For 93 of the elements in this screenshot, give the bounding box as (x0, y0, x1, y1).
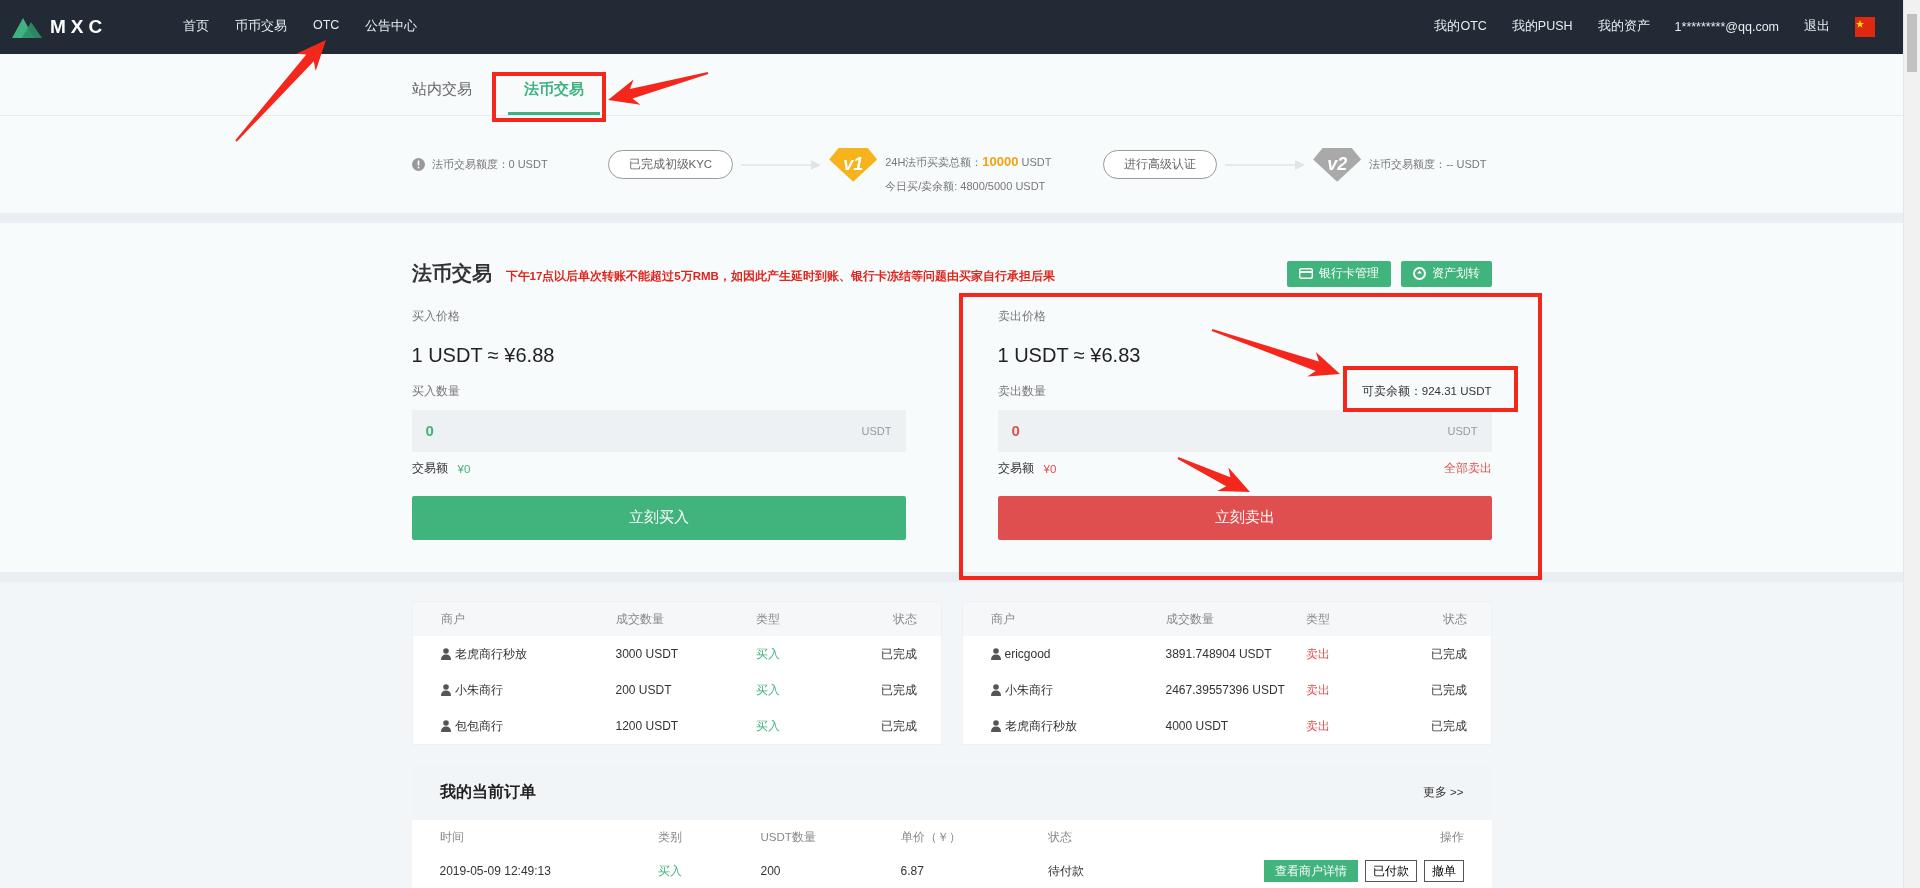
table-cell-text: 2467.39557396 USDT (1165, 683, 1286, 697)
table-cell-text: 2019-05-09 12:49:13 (439, 864, 552, 878)
scrollbar[interactable] (1903, 0, 1920, 888)
column-header: 操作 (1438, 829, 1464, 845)
table-cell-text: 已完成 (1429, 681, 1467, 699)
column-header: USDT数量 (760, 829, 817, 845)
sell-all-link[interactable]: 全部卖出 (1443, 460, 1492, 478)
trade-type: 买入 (755, 681, 781, 699)
price-value: 1 USDT ≈ ¥6.83 (997, 343, 1142, 367)
available-balance: 可卖余额：924.31 USDT (1361, 384, 1492, 400)
table-cell-text: 200 (760, 864, 782, 878)
table-cell-text: 已完成 (1429, 645, 1467, 663)
advanced-verify-button[interactable]: 进行高级认证 (1103, 150, 1218, 180)
nav-link[interactable]: 公告中心 (365, 18, 418, 36)
table-cell-text: 已完成 (1429, 717, 1467, 735)
remaining-text: 今日买/卖余额: 4800/5000 USDT (885, 178, 1047, 194)
logout-link[interactable]: 退出 (1804, 18, 1830, 36)
notice-text: 下午17点以后单次转账不能超过5万RMB，如因此产生延时到账、银行卡冻结等问题由买家自行承担后果 (505, 269, 1055, 285)
table-cell-text: 6.87 (900, 864, 925, 878)
more-link[interactable]: 更多 >> (1422, 785, 1464, 800)
amount-label: 买入数量 (411, 384, 460, 400)
total-limit-text: 24H法币买卖总额：10000 USDT (885, 153, 1053, 170)
table-cell-text: 4000 USDT (1165, 719, 1230, 733)
order-action-button[interactable]: 已付款 (1364, 860, 1417, 882)
column-header: 商户 (440, 611, 466, 627)
transfer-icon (1412, 267, 1426, 281)
nav-link[interactable]: OTC (313, 18, 340, 36)
level-badge: v1 (829, 147, 878, 182)
tab[interactable]: 站内交易 (411, 53, 488, 116)
total-label: 交易额 (997, 460, 1034, 478)
amount-label: 卖出数量 (997, 384, 1046, 400)
table-cell-text: 已完成 (879, 717, 917, 735)
column-header: 商户 (990, 611, 1016, 627)
price-value: 1 USDT ≈ ¥6.88 (411, 343, 556, 367)
user-icon (440, 684, 451, 696)
column-header: 状态 (1047, 829, 1073, 845)
total-value: ¥0 (457, 462, 471, 475)
nav-link[interactable]: 我的资产 (1597, 18, 1650, 36)
level-badge: v2 (1313, 147, 1362, 182)
nav-link[interactable]: 首页 (183, 18, 209, 36)
column-header: 状态 (891, 611, 917, 627)
user-icon (440, 720, 451, 732)
trade-type: 买入 (755, 717, 781, 735)
merchant-name: 小朱商行 (454, 681, 503, 699)
merchant-name: 包包商行 (454, 717, 503, 735)
kyc-status-button[interactable]: 已完成初级KYC (607, 150, 734, 180)
column-header: 状态 (1441, 611, 1467, 627)
quota-text: 法币交易额度：-- USDT (1369, 157, 1487, 173)
table-cell-text: 待付款 (1047, 862, 1085, 880)
trade-type: 卖出 (1305, 645, 1331, 663)
logo-text[interactable]: MXC (50, 15, 108, 38)
table-cell-text: 1200 USDT (615, 719, 680, 733)
price-label: 买入价格 (411, 308, 461, 324)
merchant-name: 小朱商行 (1004, 681, 1053, 699)
merchant-name: ericgood (1004, 647, 1051, 661)
column-header: 类别 (657, 829, 683, 845)
trade-type: 买入 (755, 645, 781, 663)
column-header: 单价（￥） (900, 829, 962, 845)
total-value: ¥0 (1043, 462, 1057, 475)
user-icon (440, 648, 451, 660)
column-header: 成交数量 (1165, 611, 1215, 627)
nav-link[interactable]: 币币交易 (235, 18, 287, 36)
merchant-name: 老虎商行秒放 (1004, 717, 1077, 735)
table-cell-text: 已完成 (879, 645, 917, 663)
column-header: 时间 (439, 829, 465, 845)
scroll-thumb[interactable] (1907, 14, 1917, 72)
section-title: 法币交易 (411, 261, 492, 287)
order-action-button[interactable]: 撤单 (1423, 860, 1464, 882)
order-type: 买入 (657, 862, 683, 880)
column-header: 类型 (755, 611, 781, 627)
card-icon (1298, 268, 1313, 280)
column-header: 类型 (1305, 611, 1331, 627)
table-cell-text: 200 USDT (615, 683, 673, 697)
account-email[interactable]: 1*********@qq.com (1674, 19, 1779, 34)
nav-link[interactable]: 我的OTC (1434, 18, 1487, 36)
nav-link[interactable]: 我的PUSH (1511, 18, 1573, 36)
table-cell-text: 3000 USDT (615, 647, 680, 661)
table-cell-text: 已完成 (879, 681, 917, 699)
quota-text: 法币交易额度：0 USDT (431, 157, 548, 173)
submit-button[interactable]: 立刻卖出 (997, 495, 1492, 540)
trade-type: 卖出 (1305, 681, 1331, 699)
merchant-name: 老虎商行秒放 (454, 645, 527, 663)
table-cell-text: 3891.748904 USDT (1165, 647, 1273, 661)
user-icon (990, 720, 1001, 732)
flag-icon[interactable] (1855, 16, 1875, 37)
user-icon (990, 648, 1001, 660)
section-title: 我的当前订单 (439, 782, 536, 802)
total-label: 交易额 (411, 460, 448, 478)
user-icon (990, 684, 1001, 696)
trade-type: 卖出 (1305, 717, 1331, 735)
info-icon (411, 158, 425, 172)
price-label: 卖出价格 (997, 308, 1047, 324)
column-header: 成交数量 (615, 611, 665, 627)
